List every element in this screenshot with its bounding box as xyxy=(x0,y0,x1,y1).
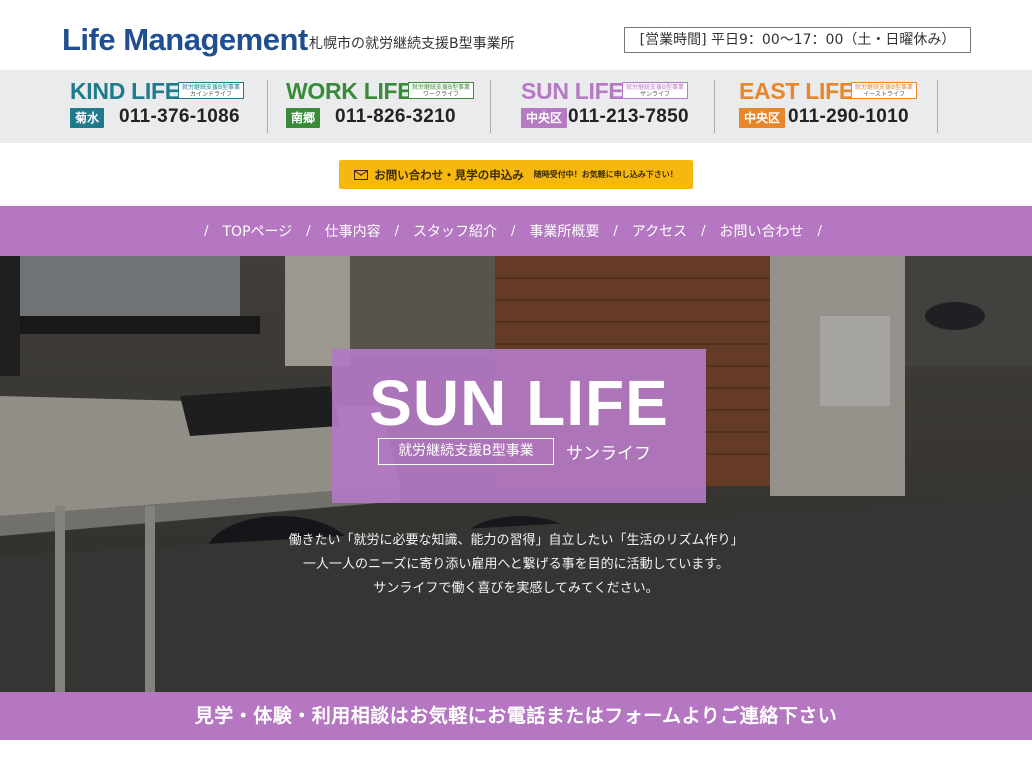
contact-label: お問い合わせ・見学の申込み xyxy=(374,167,524,182)
hero-description: 働きたい「就労に必要な知識、能力の習得」自立したい「生活のリズム作り」 一人一人… xyxy=(0,529,1032,601)
branch-subtitle: 就労継続支援B型事業 ワークライフ xyxy=(408,82,474,99)
nav-separator: / xyxy=(701,223,706,239)
hero-title-box: SUN LIFE 就労継続支援B型事業 サンライフ xyxy=(332,349,706,503)
hero-service-tag: 就労継続支援B型事業 xyxy=(378,438,554,465)
cta-banner: 見学・体験・利用相談はお気軽にお電話またはフォームよりご連絡下さい xyxy=(0,692,1032,740)
divider xyxy=(267,80,268,133)
divider xyxy=(714,80,715,133)
hero-line: 一人一人のニーズに寄り添い雇用へと繋げる事を目的に活動しています。 xyxy=(302,557,729,572)
area-badge: 南郷 xyxy=(286,108,321,128)
nav-item-staff[interactable]: スタッフ紹介 xyxy=(413,221,497,241)
nav-item-work[interactable]: 仕事内容 xyxy=(325,221,381,241)
contact-button[interactable]: お問い合わせ・見学の申込み 随時受付中！お気軽に申し込み下さい！ xyxy=(339,160,693,189)
business-hours: [営業時間] 平日9：00〜17：00（土・日曜休み） xyxy=(624,27,971,53)
phone-number[interactable]: 011-290-1010 xyxy=(788,106,909,128)
area-badge: 中央区 xyxy=(739,108,786,128)
area-badge: 菊水 xyxy=(70,108,105,128)
hero-section: SUN LIFE 就労継続支援B型事業 サンライフ 働きたい「就労に必要な知識、… xyxy=(0,256,1032,692)
hero-line: サンライフで働く喜びを実感してみてください。 xyxy=(373,581,659,596)
nav-separator: / xyxy=(394,223,400,239)
mail-icon xyxy=(354,169,369,180)
nav-separator: / xyxy=(613,223,618,239)
site-tagline: 札幌市の就労継続支援B型事業所 xyxy=(309,36,515,52)
phone-number[interactable]: 011-213-7850 xyxy=(568,106,689,128)
branch-east-life[interactable]: EAST LIFE 就労継続支援B型事業 イーストライフ 中央区 011-290-… xyxy=(739,70,934,143)
branch-name: EAST LIFE xyxy=(739,78,854,104)
site-header: Life Management 札幌市の就労継続支援B型事業所 [営業時間] 平… xyxy=(0,0,1032,70)
hero-title-kana: サンライフ xyxy=(566,444,651,464)
branch-kind-life[interactable]: KIND LIFE 就労継続支援B型事業 カインドライフ 菊水 011-376-1… xyxy=(70,70,260,143)
branch-bar: KIND LIFE 就労継続支援B型事業 カインドライフ 菊水 011-376-1… xyxy=(0,70,1032,143)
branch-work-life[interactable]: WORK LIFE 就労継続支援B型事業 ワークライフ 南郷 011-826-32… xyxy=(286,70,486,143)
nav-item-contact[interactable]: お問い合わせ xyxy=(720,221,804,241)
branch-subtitle: 就労継続支援B型事業 サンライフ xyxy=(622,82,688,99)
branch-name: WORK LIFE xyxy=(286,78,413,104)
site-logo[interactable]: Life Management xyxy=(62,22,308,58)
nav-separator: / xyxy=(817,223,822,239)
branch-sun-life[interactable]: SUN LIFE 就労継続支援B型事業 サンライフ 中央区 011-213-785… xyxy=(521,70,711,143)
phone-number[interactable]: 011-376-1086 xyxy=(119,106,240,128)
branch-name: SUN LIFE xyxy=(521,78,624,104)
hero-title: SUN LIFE xyxy=(369,367,669,439)
nav-separator: / xyxy=(306,223,311,239)
nav-separator: / xyxy=(511,223,516,239)
branch-subtitle: 就労継続支援B型事業 イーストライフ xyxy=(851,82,917,99)
contact-sublabel: 随時受付中！お気軽に申し込み下さい！ xyxy=(533,170,678,179)
phone-number[interactable]: 011-826-3210 xyxy=(335,106,456,128)
nav-separator: / xyxy=(204,223,209,239)
nav-item-top[interactable]: TOPページ xyxy=(223,221,293,241)
divider xyxy=(490,80,491,133)
nav-item-overview[interactable]: 事業所概要 xyxy=(529,221,599,241)
hero-line: 働きたい「就労に必要な知識、能力の習得」自立したい「生活のリズム作り」 xyxy=(288,533,744,548)
divider xyxy=(937,80,938,133)
branch-name: KIND LIFE xyxy=(70,78,180,104)
nav-item-access[interactable]: アクセス xyxy=(632,221,687,241)
area-badge: 中央区 xyxy=(521,108,568,128)
branch-subtitle: 就労継続支援B型事業 カインドライフ xyxy=(178,82,244,99)
page-spacer xyxy=(0,740,1032,760)
main-nav: / TOPページ / 仕事内容 / スタッフ紹介 / 事業所概要 / アクセス … xyxy=(0,206,1032,256)
